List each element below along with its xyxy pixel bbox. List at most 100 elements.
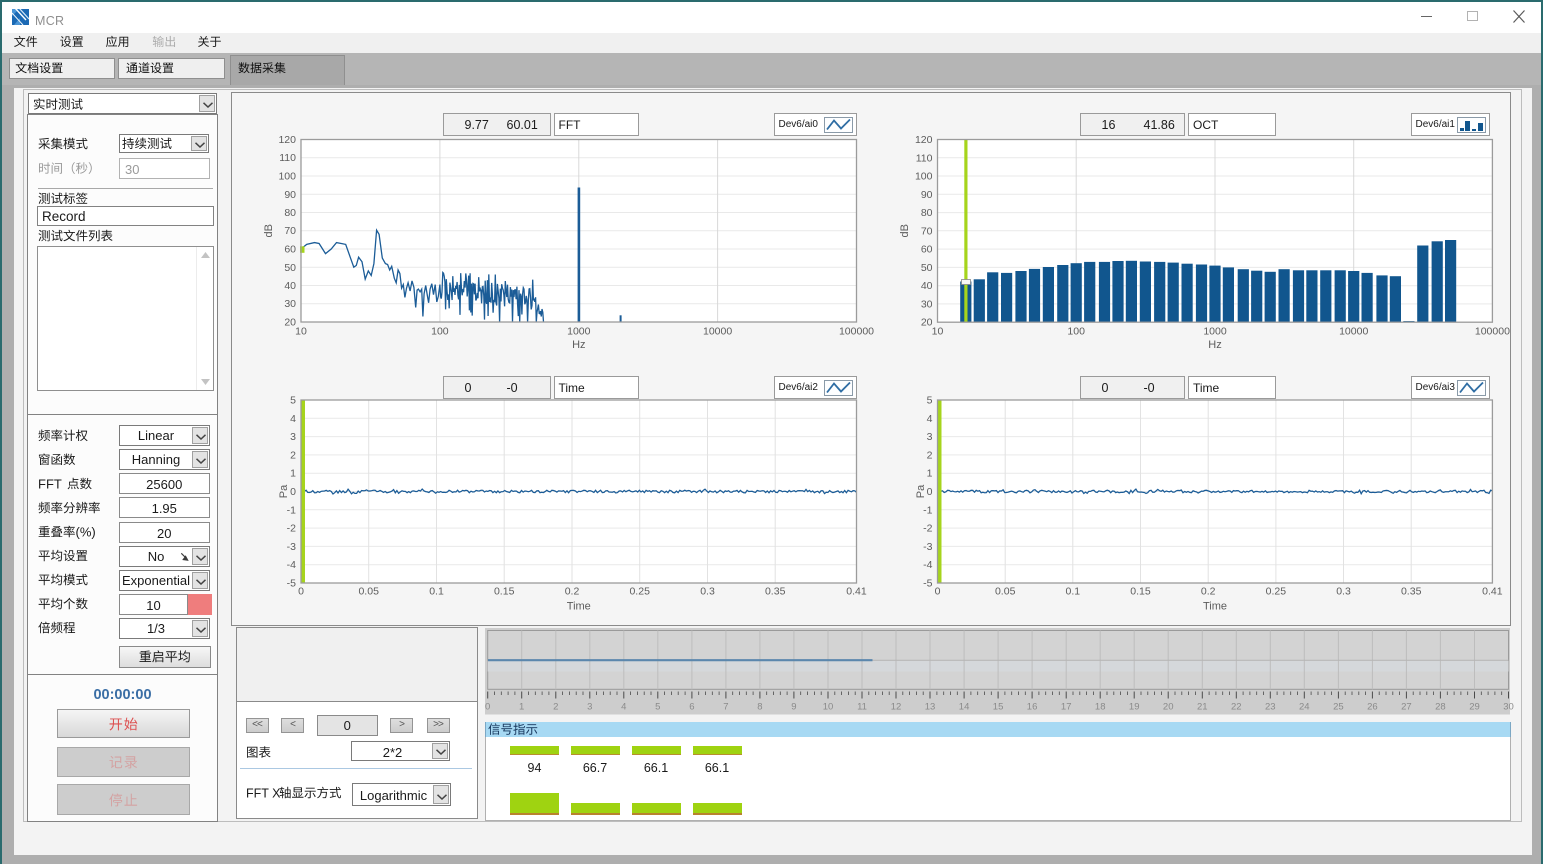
svg-text:20: 20: [1163, 702, 1174, 713]
svg-text:9: 9: [791, 702, 796, 713]
svg-text:23: 23: [1265, 702, 1276, 713]
svg-text:5: 5: [655, 702, 660, 713]
svg-text:-1: -1: [923, 504, 932, 516]
svg-text:1000: 1000: [1203, 326, 1227, 338]
svg-text:60: 60: [284, 244, 296, 256]
svg-text:3: 3: [290, 431, 296, 443]
svg-text:90: 90: [284, 189, 296, 201]
svg-text:4: 4: [290, 413, 296, 425]
svg-text:15: 15: [993, 702, 1004, 713]
svg-text:-2: -2: [923, 523, 932, 535]
svg-text:-3: -3: [287, 541, 296, 553]
svg-text:50: 50: [921, 262, 933, 274]
svg-text:10: 10: [295, 326, 307, 338]
svg-text:Hz: Hz: [572, 339, 585, 351]
svg-text:-5: -5: [923, 578, 932, 590]
svg-text:28: 28: [1435, 702, 1446, 713]
svg-text:10000: 10000: [703, 326, 732, 338]
svg-text:7: 7: [723, 702, 728, 713]
svg-text:120: 120: [278, 134, 296, 146]
svg-text:0.25: 0.25: [1266, 586, 1287, 598]
svg-text:11: 11: [857, 702, 867, 713]
svg-text:0.2: 0.2: [565, 586, 580, 598]
svg-text:-5: -5: [287, 578, 296, 590]
svg-text:0.3: 0.3: [700, 586, 715, 598]
svg-text:dB: dB: [263, 224, 275, 237]
svg-text:-3: -3: [923, 541, 932, 553]
svg-text:0.1: 0.1: [429, 586, 444, 598]
svg-text:2: 2: [290, 449, 296, 461]
svg-text:100000: 100000: [1475, 326, 1510, 338]
svg-text:14: 14: [959, 702, 970, 713]
svg-text:30: 30: [284, 298, 296, 310]
svg-text:18: 18: [1095, 702, 1106, 713]
svg-text:-4: -4: [287, 559, 296, 571]
svg-text:4: 4: [927, 413, 933, 425]
svg-text:40: 40: [921, 280, 933, 292]
svg-text:Time: Time: [1203, 601, 1227, 613]
svg-text:100: 100: [915, 171, 933, 183]
svg-text:50: 50: [284, 262, 296, 274]
svg-text:10000: 10000: [1339, 326, 1368, 338]
svg-text:3: 3: [927, 431, 933, 443]
svg-text:60: 60: [921, 244, 933, 256]
svg-text:0.05: 0.05: [358, 586, 379, 598]
svg-text:2: 2: [927, 449, 933, 461]
svg-text:90: 90: [921, 189, 933, 201]
svg-text:40: 40: [284, 280, 296, 292]
svg-text:30: 30: [1503, 702, 1514, 713]
svg-text:0.25: 0.25: [629, 586, 650, 598]
svg-text:110: 110: [916, 152, 933, 164]
svg-text:25: 25: [1333, 702, 1344, 713]
svg-text:0.15: 0.15: [494, 586, 515, 598]
svg-text:8: 8: [757, 702, 762, 713]
svg-text:10: 10: [823, 702, 834, 713]
svg-text:0: 0: [290, 486, 296, 498]
svg-text:1000: 1000: [567, 326, 591, 338]
svg-text:0.2: 0.2: [1201, 586, 1216, 598]
svg-text:13: 13: [925, 702, 936, 713]
svg-text:5: 5: [290, 395, 296, 407]
svg-text:0: 0: [485, 702, 490, 713]
svg-text:Time: Time: [567, 601, 591, 613]
svg-text:6: 6: [689, 702, 694, 713]
svg-text:-4: -4: [923, 559, 932, 571]
svg-text:100: 100: [1067, 326, 1085, 338]
svg-text:-1: -1: [287, 504, 296, 516]
svg-text:0.05: 0.05: [995, 586, 1016, 598]
svg-text:0.35: 0.35: [1401, 586, 1422, 598]
svg-text:70: 70: [284, 225, 296, 237]
svg-text:3: 3: [587, 702, 592, 713]
svg-text:24: 24: [1299, 702, 1310, 713]
svg-text:0: 0: [927, 486, 933, 498]
svg-text:26: 26: [1367, 702, 1378, 713]
svg-text:27: 27: [1401, 702, 1412, 713]
svg-text:80: 80: [284, 207, 296, 219]
svg-text:-2: -2: [287, 523, 296, 535]
svg-text:29: 29: [1469, 702, 1480, 713]
svg-text:0.41: 0.41: [846, 586, 867, 598]
svg-text:4: 4: [621, 702, 626, 713]
svg-text:Pa: Pa: [915, 484, 927, 498]
svg-text:2: 2: [553, 702, 558, 713]
svg-text:17: 17: [1061, 702, 1072, 713]
svg-text:12: 12: [891, 702, 902, 713]
svg-text:22: 22: [1231, 702, 1242, 713]
svg-text:100: 100: [431, 326, 449, 338]
svg-text:0.3: 0.3: [1336, 586, 1351, 598]
svg-text:120: 120: [915, 134, 933, 146]
svg-text:70: 70: [921, 225, 933, 237]
svg-text:1: 1: [927, 468, 933, 480]
svg-text:30: 30: [921, 298, 933, 310]
svg-text:100: 100: [278, 171, 296, 183]
svg-text:19: 19: [1129, 702, 1140, 713]
svg-text:21: 21: [1197, 702, 1208, 713]
svg-text:100000: 100000: [839, 326, 874, 338]
svg-text:0.41: 0.41: [1482, 586, 1503, 598]
svg-text:Pa: Pa: [278, 484, 290, 498]
svg-text:5: 5: [927, 395, 933, 407]
svg-text:dB: dB: [899, 224, 911, 237]
svg-text:0.35: 0.35: [765, 586, 786, 598]
svg-text:80: 80: [921, 207, 933, 219]
svg-text:10: 10: [932, 326, 944, 338]
